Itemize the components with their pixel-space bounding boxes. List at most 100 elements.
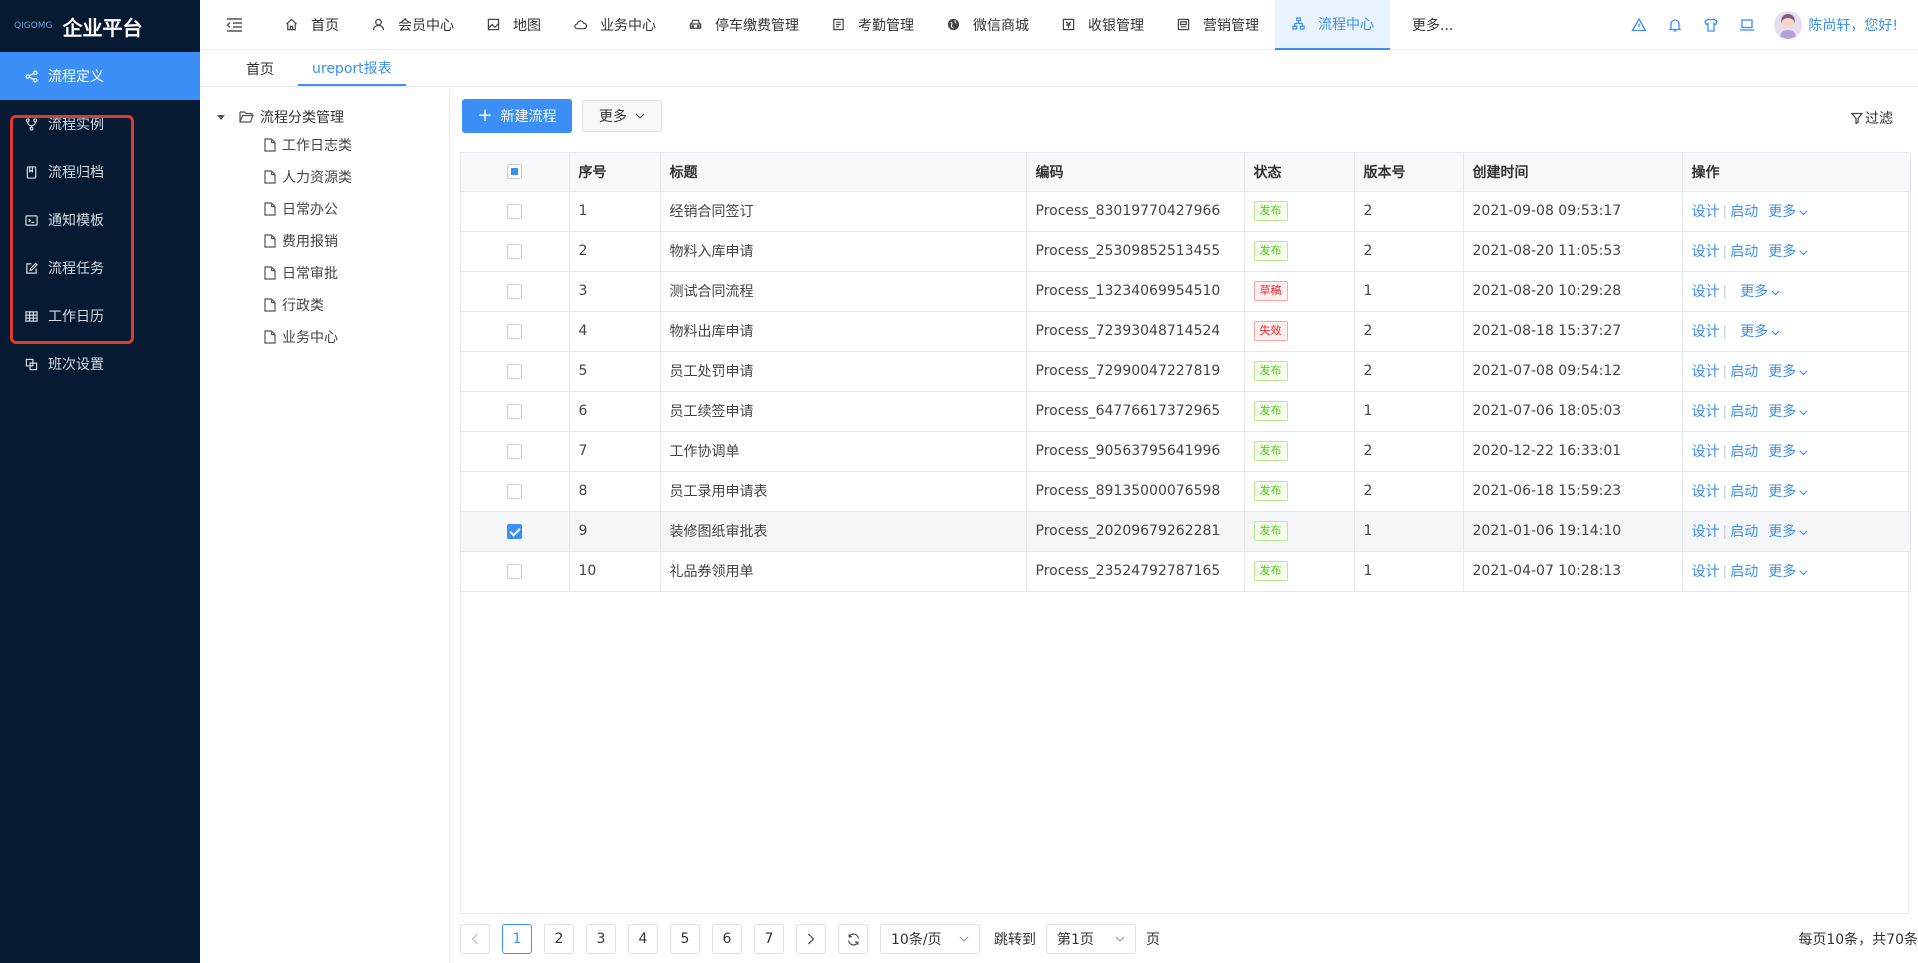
row-select-cell[interactable] — [461, 231, 570, 272]
page-button[interactable]: 1 — [502, 924, 532, 954]
row-select-cell[interactable] — [461, 391, 570, 432]
row-more-dropdown[interactable]: 更多 — [1768, 244, 1808, 260]
column-header-code[interactable]: 编码 — [1026, 153, 1245, 192]
refresh-button[interactable] — [838, 924, 868, 954]
table-row[interactable]: 6 员工续签申请 Process_64776617372965 发布 1 2021-07-… — [461, 391, 1911, 432]
design-link[interactable]: 设计 — [1692, 524, 1720, 540]
tree-node-business-center[interactable]: 业务中心 — [200, 321, 449, 353]
warning-icon[interactable] — [1630, 16, 1648, 34]
row-checkbox[interactable] — [507, 243, 523, 259]
start-link[interactable]: 启动 — [1730, 244, 1758, 260]
sidebar-item-flow-definition[interactable]: 流程定义 — [0, 52, 200, 100]
page-size-select[interactable]: 10条/页 — [880, 924, 980, 954]
nav-home[interactable]: 首页 — [268, 0, 355, 50]
table-row[interactable]: 1 经销合同签订 Process_83019770427966 发布 2 2021-09-… — [461, 191, 1911, 232]
row-checkbox[interactable] — [507, 443, 523, 459]
design-link[interactable]: 设计 — [1692, 244, 1720, 260]
design-link[interactable]: 设计 — [1692, 404, 1720, 420]
table-row[interactable]: 4 物料出库申请 Process_72393048714524 失效 2 2021-08-… — [461, 311, 1911, 352]
start-link[interactable]: 启动 — [1730, 484, 1758, 500]
row-more-dropdown[interactable]: 更多 — [1740, 324, 1780, 340]
nav-more[interactable]: 更多... — [1390, 0, 1475, 50]
column-header-created[interactable]: 创建时间 — [1463, 153, 1683, 192]
table-row[interactable]: 7 工作协调单 Process_90563795641996 发布 2 2020-12-2… — [461, 431, 1911, 472]
brand[interactable]: QIGOMG 企业平台 — [0, 0, 200, 52]
caret-down-icon[interactable] — [217, 114, 225, 120]
page-button[interactable]: 4 — [628, 924, 658, 954]
start-link[interactable]: 启动 — [1730, 204, 1758, 220]
nav-map[interactable]: 地图 — [470, 0, 557, 50]
select-all-checkbox[interactable] — [507, 164, 523, 180]
start-link[interactable]: 启动 — [1730, 364, 1758, 380]
row-more-dropdown[interactable]: 更多 — [1768, 204, 1808, 220]
row-more-dropdown[interactable]: 更多 — [1768, 444, 1808, 460]
sidebar-item-flow-task[interactable]: 流程任务 — [0, 244, 200, 292]
tree-node-work-log[interactable]: 工作日志类 — [200, 129, 449, 161]
select-all-cell[interactable] — [461, 153, 570, 192]
start-link[interactable]: 启动 — [1730, 524, 1758, 540]
nav-attendance[interactable]: 考勤管理 — [815, 0, 930, 50]
nav-business-center[interactable]: 业务中心 — [557, 0, 672, 50]
avatar[interactable] — [1774, 11, 1803, 39]
row-checkbox[interactable] — [507, 523, 523, 539]
start-link[interactable]: 启动 — [1730, 404, 1758, 420]
page-button[interactable]: 6 — [712, 924, 742, 954]
row-select-cell[interactable] — [461, 471, 570, 512]
nav-parking-fee[interactable]: 停车缴费管理 — [672, 0, 815, 50]
prev-page-button[interactable] — [460, 924, 490, 954]
row-checkbox[interactable] — [507, 283, 523, 299]
tree-root-node[interactable]: 流程分类管理 — [200, 105, 449, 129]
sidebar-item-flow-instance[interactable]: 流程实例 — [0, 100, 200, 148]
tree-node-hr[interactable]: 人力资源类 — [200, 161, 449, 193]
page-button[interactable]: 7 — [754, 924, 784, 954]
row-select-cell[interactable] — [461, 551, 570, 592]
column-header-no[interactable]: 序号 — [569, 153, 661, 192]
sidebar-item-flow-archive[interactable]: 流程归档 — [0, 148, 200, 196]
row-select-cell[interactable] — [461, 431, 570, 472]
nav-member-center[interactable]: 会员中心 — [355, 0, 470, 50]
table-row[interactable]: 3 测试合同流程 Process_13234069954510 草稿 1 2021-08-… — [461, 271, 1911, 312]
row-select-cell[interactable] — [461, 311, 570, 352]
row-more-dropdown[interactable]: 更多 — [1768, 404, 1808, 420]
row-checkbox[interactable] — [507, 323, 523, 339]
row-more-dropdown[interactable]: 更多 — [1768, 524, 1808, 540]
column-header-status[interactable]: 状态 — [1244, 153, 1355, 192]
tree-node-daily-office[interactable]: 日常办公 — [200, 193, 449, 225]
row-checkbox[interactable] — [507, 363, 523, 379]
nav-wechat-mall[interactable]: 微信商城 — [930, 0, 1045, 50]
start-link[interactable]: 启动 — [1730, 564, 1758, 580]
design-link[interactable]: 设计 — [1692, 484, 1720, 500]
tree-node-admin[interactable]: 行政类 — [200, 289, 449, 321]
column-header-version[interactable]: 版本号 — [1354, 153, 1464, 192]
column-header-title[interactable]: 标题 — [660, 153, 1027, 192]
next-page-button[interactable] — [796, 924, 826, 954]
filter-button[interactable]: 过滤 — [1851, 108, 1893, 128]
page-button[interactable]: 2 — [544, 924, 574, 954]
nav-flow-center[interactable]: 流程中心 — [1275, 0, 1390, 50]
row-select-cell[interactable] — [461, 271, 570, 312]
row-more-dropdown[interactable]: 更多 — [1740, 284, 1780, 300]
row-select-cell[interactable] — [461, 511, 570, 552]
new-flow-button[interactable]: + 新建流程 — [462, 99, 572, 133]
sidebar-item-shift-settings[interactable]: 班次设置 — [0, 340, 200, 388]
table-row[interactable]: 9 装修图纸审批表 Process_20209679262281 发布 1 2021-01… — [461, 511, 1911, 552]
more-dropdown-button[interactable]: 更多 — [582, 100, 662, 132]
nav-marketing[interactable]: 营销管理 — [1160, 0, 1275, 50]
design-link[interactable]: 设计 — [1692, 324, 1720, 340]
page-button[interactable]: 5 — [670, 924, 700, 954]
tab-ureport[interactable]: ureport报表 — [298, 51, 406, 86]
design-link[interactable]: 设计 — [1692, 204, 1720, 220]
row-select-cell[interactable] — [461, 191, 570, 232]
tab-home[interactable]: 首页 — [232, 51, 288, 86]
page-button[interactable]: 3 — [586, 924, 616, 954]
row-checkbox[interactable] — [507, 403, 523, 419]
user-greeting[interactable]: 陈尚轩，您好! — [1808, 15, 1898, 35]
row-checkbox[interactable] — [507, 563, 523, 579]
nav-cashier[interactable]: 收银管理 — [1045, 0, 1160, 50]
tree-node-expense[interactable]: 费用报销 — [200, 225, 449, 257]
sidebar-item-work-calendar[interactable]: 工作日历 — [0, 292, 200, 340]
row-more-dropdown[interactable]: 更多 — [1768, 564, 1808, 580]
sidebar-item-notice-template[interactable]: 通知模板 — [0, 196, 200, 244]
shirt-icon[interactable] — [1702, 16, 1720, 34]
table-row[interactable]: 10 礼品券领用单 Process_23524792787165 发布 1 2021-04… — [461, 551, 1911, 592]
